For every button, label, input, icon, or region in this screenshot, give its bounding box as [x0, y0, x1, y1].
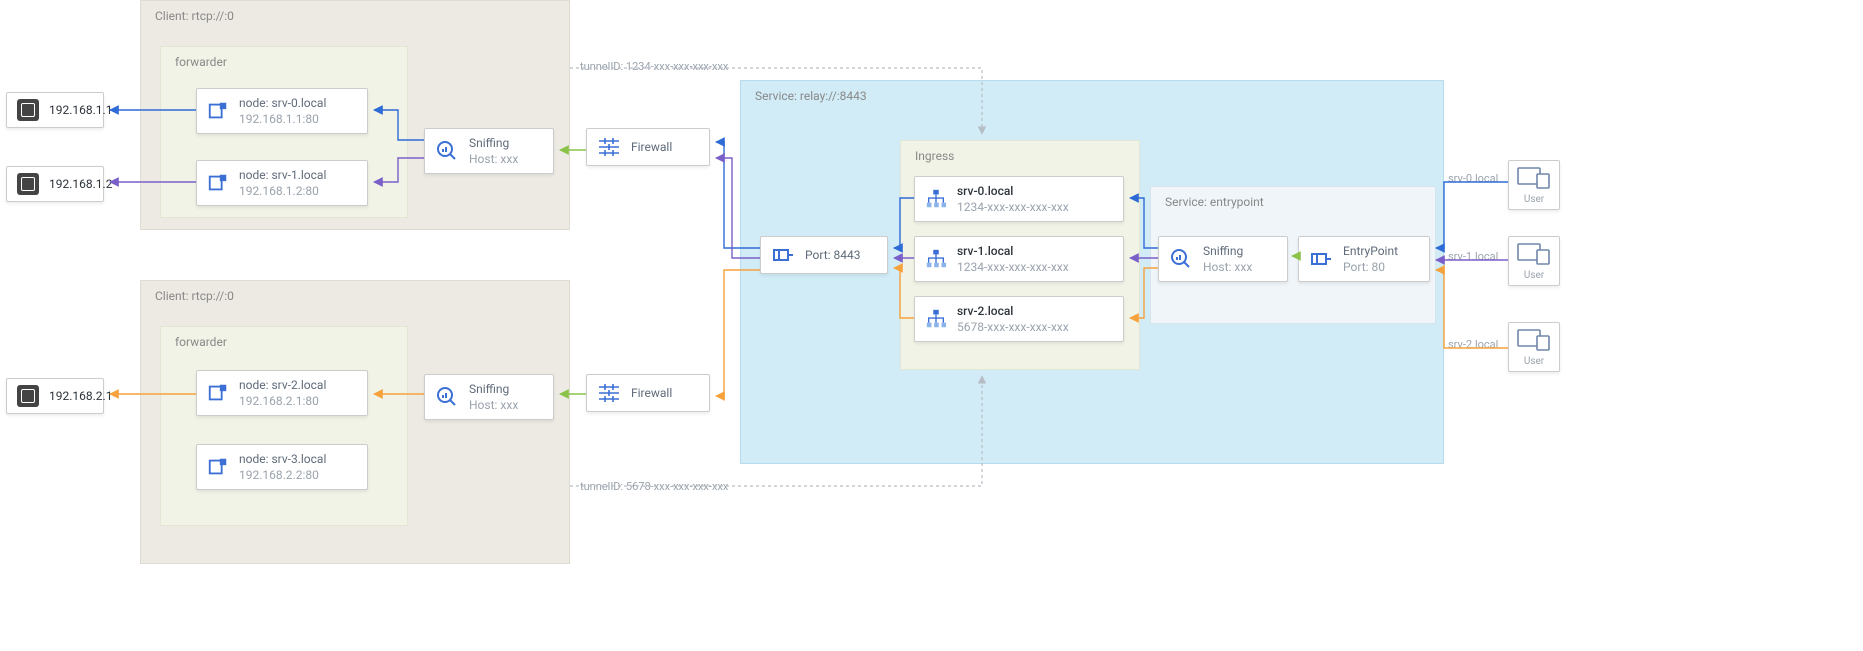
user-1-host: srv-1.local [1448, 250, 1498, 263]
cpu-b-label: 192.168.1.2 [49, 176, 112, 192]
sniff-ep-s: Host: xxx [1203, 259, 1252, 275]
cpu-icon [17, 99, 39, 121]
cpu-icon [17, 385, 39, 407]
sniffing-ep: Sniffing Host: xxx [1158, 236, 1288, 282]
devices-icon [1511, 167, 1557, 192]
ep-sub: Port: 80 [1343, 259, 1398, 275]
fwd2-n3-sub: 192.168.2.2:80 [239, 467, 326, 483]
tunnel-2-label: tunnelID: 5678-xxx-xxx-xxx-xxx [580, 480, 728, 493]
hierarchy-icon [925, 308, 947, 330]
entrypoint-service-title: Service: entrypoint [1165, 195, 1264, 209]
ing-s0-s: 1234-xxx-xxx-xxx-xxx [957, 199, 1069, 215]
service-title: Service: relay://:8443 [755, 89, 867, 103]
ing-s2-s: 5678-xxx-xxx-xxx-xxx [957, 319, 1069, 335]
hierarchy-icon [925, 248, 947, 270]
firewall-1: Firewall [586, 128, 710, 166]
node-icon [207, 100, 229, 122]
node-icon [207, 456, 229, 478]
sniff-ep-t: Sniffing [1203, 243, 1252, 259]
ingress-srv-2: srv-2.local 5678-xxx-xxx-xxx-xxx [914, 296, 1124, 342]
forwarder-1-title: forwarder [175, 55, 227, 69]
fwd2-n2-sub: 192.168.2.1:80 [239, 393, 326, 409]
cpu-a-label: 192.168.1.1 [49, 102, 112, 118]
cpu-node-c: 192.168.2.1 [6, 378, 104, 414]
cpu-icon [17, 173, 39, 195]
fwd2-node-3: node: srv-3.local 192.168.2.2:80 [196, 444, 368, 490]
sniff2-title: Sniffing [469, 381, 518, 397]
firewall-icon [597, 135, 621, 159]
sniffing-1: Sniffing Host: xxx [424, 128, 554, 174]
ing-s1-s: 1234-xxx-xxx-xxx-xxx [957, 259, 1069, 275]
sniff1-sub: Host: xxx [469, 151, 518, 167]
ingress-srv-0: srv-0.local 1234-xxx-xxx-xxx-xxx [914, 176, 1124, 222]
sniff2-sub: Host: xxx [469, 397, 518, 413]
ing-s0-t: srv-0.local [957, 183, 1069, 199]
user-0-label: User [1511, 194, 1557, 205]
fwd1-n0-title: node: srv-0.local [239, 95, 326, 111]
ing-s2-t: srv-2.local [957, 303, 1069, 319]
fwd1-node-1: node: srv-1.local 192.168.1.2:80 [196, 160, 368, 206]
fwd1-n0-sub: 192.168.1.1:80 [239, 111, 326, 127]
fwd2-n3-title: node: srv-3.local [239, 451, 326, 467]
fwd1-n1-sub: 192.168.1.2:80 [239, 183, 326, 199]
fw1-title: Firewall [631, 139, 672, 155]
ep-title: EntryPoint [1343, 243, 1398, 259]
fw2-title: Firewall [631, 385, 672, 401]
fwd2-node-2: node: srv-2.local 192.168.2.1:80 [196, 370, 368, 416]
port-icon [1309, 247, 1333, 271]
magnify-chart-icon [1169, 247, 1193, 271]
port-node: Port: 8443 [760, 236, 888, 274]
magnify-chart-icon [435, 385, 459, 409]
port-icon [771, 243, 795, 267]
forwarder-2-box: forwarder [160, 326, 408, 526]
cpu-c-label: 192.168.2.1 [49, 388, 112, 404]
user-2-label: User [1511, 356, 1557, 367]
fwd2-n2-title: node: srv-2.local [239, 377, 326, 393]
node-icon [207, 172, 229, 194]
fwd1-n1-title: node: srv-1.local [239, 167, 326, 183]
port-title: Port: 8443 [805, 247, 860, 263]
devices-icon [1511, 329, 1557, 354]
devices-icon [1511, 243, 1557, 268]
fwd1-node-0: node: srv-0.local 192.168.1.1:80 [196, 88, 368, 134]
user-2: User [1508, 322, 1560, 372]
cpu-node-b: 192.168.1.2 [6, 166, 104, 202]
magnify-chart-icon [435, 139, 459, 163]
entrypoint-node: EntryPoint Port: 80 [1298, 236, 1430, 282]
tunnel-1-label: tunnelID: 1234-xxx-xxx-xxx-xxx [580, 60, 728, 73]
cpu-node-a: 192.168.1.1 [6, 92, 104, 128]
hierarchy-icon [925, 188, 947, 210]
user-0-host: srv-0.local [1448, 172, 1498, 185]
ing-s1-t: srv-1.local [957, 243, 1069, 259]
sniff1-title: Sniffing [469, 135, 518, 151]
ingress-srv-1: srv-1.local 1234-xxx-xxx-xxx-xxx [914, 236, 1124, 282]
forwarder-2-title: forwarder [175, 335, 227, 349]
node-icon [207, 382, 229, 404]
firewall-2: Firewall [586, 374, 710, 412]
user-0: User [1508, 160, 1560, 210]
client-1-title: Client: rtcp://:0 [155, 9, 234, 23]
ingress-title: Ingress [915, 149, 954, 163]
sniffing-2: Sniffing Host: xxx [424, 374, 554, 420]
user-2-host: srv-2.local [1448, 338, 1498, 351]
user-1-label: User [1511, 270, 1557, 281]
user-1: User [1508, 236, 1560, 286]
client-2-title: Client: rtcp://:0 [155, 289, 234, 303]
firewall-icon [597, 381, 621, 405]
